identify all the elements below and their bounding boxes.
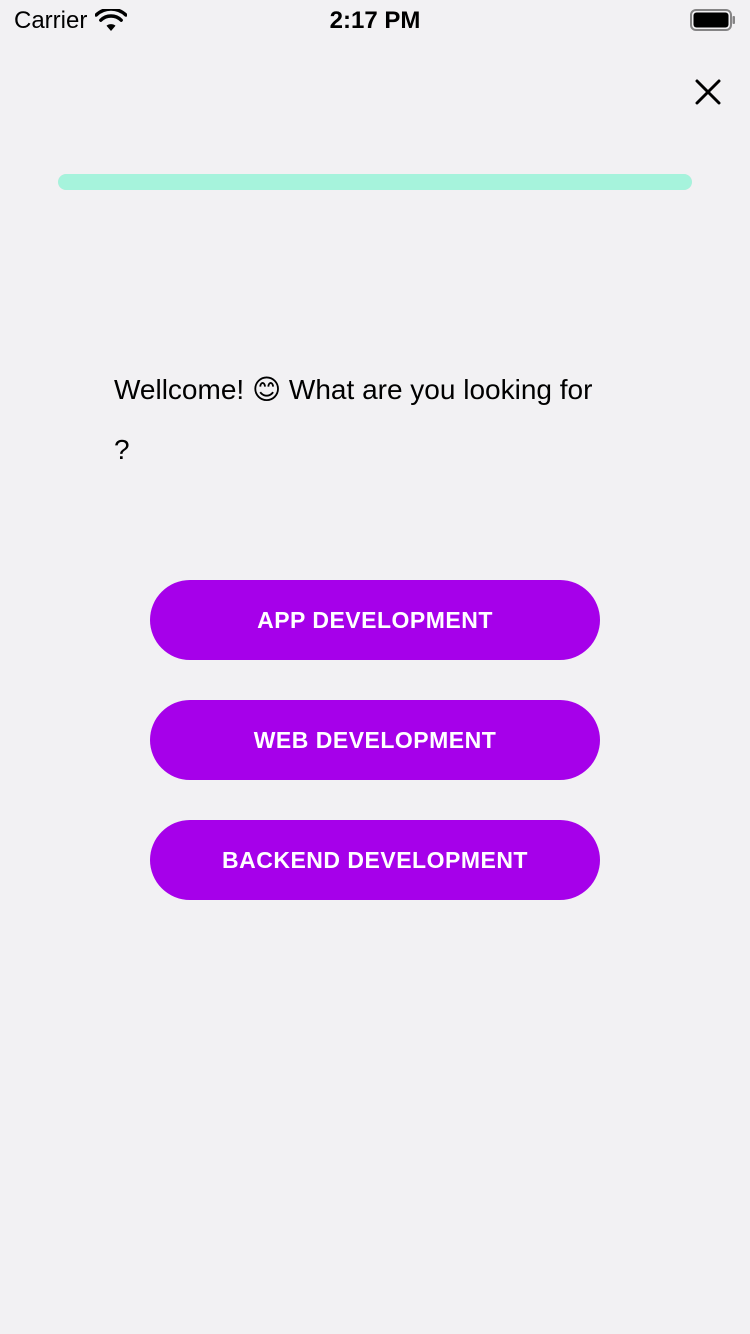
progress-fill: [58, 174, 692, 190]
close-button[interactable]: [688, 72, 728, 112]
app-development-button[interactable]: APP DEVELOPMENT: [150, 580, 600, 660]
web-development-button[interactable]: WEB DEVELOPMENT: [150, 700, 600, 780]
options-list: APP DEVELOPMENT WEB DEVELOPMENT BACKEND …: [150, 580, 600, 940]
welcome-message: Wellcome! 😊 What are you looking for ?: [114, 374, 593, 465]
status-time: 2:17 PM: [329, 7, 421, 34]
progress-bar: [58, 174, 692, 190]
backend-development-button[interactable]: BACKEND DEVELOPMENT: [150, 820, 600, 900]
battery-icon: [690, 9, 735, 31]
status-bar: Carrier 2:17 PM: [0, 0, 750, 40]
close-icon: [695, 79, 721, 105]
